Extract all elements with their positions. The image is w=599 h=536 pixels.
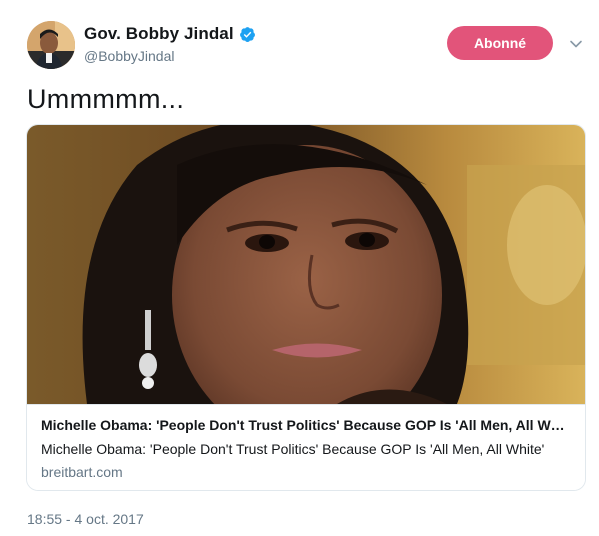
tweet-text: Ummmmm... (27, 84, 185, 114)
card-image[interactable] (27, 125, 585, 404)
link-card[interactable]: Michelle Obama: 'People Don't Trust Poli… (26, 124, 586, 491)
author-name-row[interactable]: Gov. Bobby Jindal (84, 24, 256, 44)
chevron-down-icon[interactable] (569, 37, 583, 51)
card-title[interactable]: Michelle Obama: 'People Don't Trust Poli… (41, 417, 573, 433)
following-button[interactable]: Abonné (447, 26, 553, 60)
card-body[interactable]: Michelle Obama: 'People Don't Trust Poli… (27, 404, 585, 490)
author-display-name[interactable]: Gov. Bobby Jindal (84, 24, 234, 44)
tweet-timestamp[interactable]: 18:55 - 4 oct. 2017 (27, 511, 144, 527)
card-domain: breitbart.com (41, 464, 123, 480)
author-handle[interactable]: @BobbyJindal (84, 48, 175, 64)
verified-badge-icon (239, 26, 256, 43)
card-description: Michelle Obama: 'People Don't Trust Poli… (41, 441, 545, 457)
tweet: Gov. Bobby Jindal @BobbyJindal Abonné Um… (0, 0, 599, 536)
avatar[interactable] (27, 21, 75, 69)
